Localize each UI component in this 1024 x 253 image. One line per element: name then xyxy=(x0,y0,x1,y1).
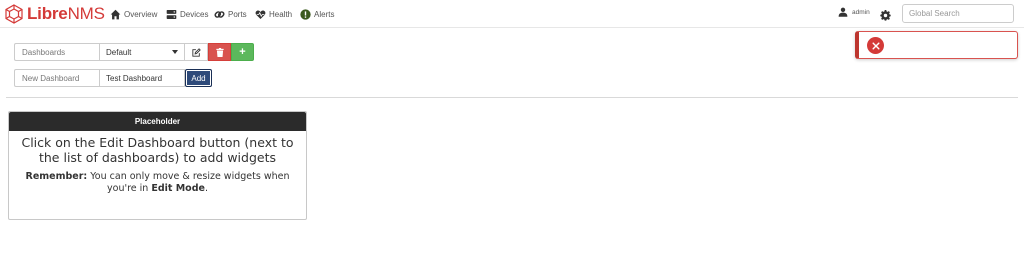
nav-overview[interactable]: Overview xyxy=(110,7,157,21)
link-icon xyxy=(214,10,225,18)
global-search-input[interactable] xyxy=(902,4,1014,23)
dashboard-select[interactable]: Default xyxy=(99,43,185,61)
logo-text: LibreNMS xyxy=(27,4,105,23)
nav-alerts[interactable]: Alerts xyxy=(300,7,334,21)
server-icon xyxy=(166,9,177,19)
exclamation-circle-icon xyxy=(300,8,311,20)
nav-ports[interactable]: Ports xyxy=(214,7,247,21)
widget-remember-note: Remember: You can only move & resize wid… xyxy=(25,171,290,194)
add-widget-button[interactable]: + xyxy=(231,43,254,61)
logo-mark-icon xyxy=(5,4,23,24)
edit-icon xyxy=(191,47,201,57)
add-dashboard-button[interactable]: Add xyxy=(185,69,212,87)
new-dashboard-row: New Dashboard Test Dashboard Add xyxy=(14,69,212,87)
edit-dashboard-button[interactable] xyxy=(185,43,208,61)
top-navbar: LibreNMS Overview Devices Ports Health A… xyxy=(0,0,1024,28)
nav-devices[interactable]: Devices xyxy=(166,7,208,21)
user-menu[interactable]: admin xyxy=(838,7,870,17)
settings-gear[interactable] xyxy=(880,8,891,21)
libre-nms-logo[interactable]: LibreNMS xyxy=(4,4,105,24)
divider xyxy=(6,97,1018,98)
close-circle-icon[interactable] xyxy=(867,37,884,54)
widget-message: Click on the Edit Dashboard button (next… xyxy=(21,135,294,165)
dashboard-selected-value: Default xyxy=(106,47,132,57)
gear-icon xyxy=(880,10,891,21)
nav-health[interactable]: Health xyxy=(255,7,292,21)
home-icon xyxy=(110,9,121,19)
new-dashboard-label: New Dashboard xyxy=(14,69,99,87)
username-label: admin xyxy=(852,8,870,16)
widget-title[interactable]: Placeholder xyxy=(9,112,306,131)
user-icon xyxy=(838,7,848,17)
caret-down-icon xyxy=(172,50,178,54)
dashboards-label: Dashboards xyxy=(14,43,99,61)
widget-body: Click on the Edit Dashboard button (next… xyxy=(9,131,306,199)
delete-dashboard-button[interactable] xyxy=(208,43,231,61)
trash-icon xyxy=(215,47,224,57)
heartbeat-icon xyxy=(255,10,266,19)
error-toast[interactable] xyxy=(855,31,1018,59)
dashboard-selector-row: Dashboards Default + xyxy=(14,43,254,61)
placeholder-widget[interactable]: Placeholder Click on the Edit Dashboard … xyxy=(8,111,307,220)
new-dashboard-name-input[interactable]: Test Dashboard xyxy=(99,69,185,87)
